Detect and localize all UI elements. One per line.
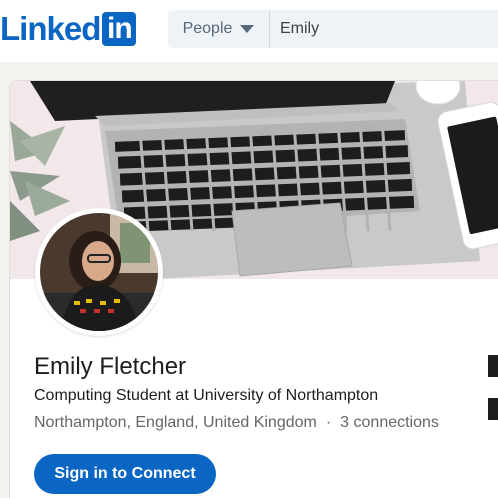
profile-headline: Computing Student at University of North… [34,387,379,404]
logo-wordmark: Linked [0,10,101,47]
meta-separator: · [325,414,332,431]
profile-photo [40,213,158,331]
profile-meta: Northampton, England, United Kingdom · 3… [34,414,439,432]
side-icon-bottom[interactable] [488,398,498,420]
chevron-down-icon [240,25,255,33]
profile-card: Emily Fletcher Computing Student at Univ… [9,80,498,498]
profile-connections: 3 connections [340,414,439,431]
search-input[interactable]: Emily [270,20,319,38]
linkedin-logo[interactable]: Linked in [0,10,137,48]
profile-name: Emily Fletcher [34,353,187,380]
search-filter-dropdown[interactable]: People [168,10,270,48]
avatar[interactable] [40,213,158,331]
side-icon-top[interactable] [488,355,498,377]
sign-in-to-connect-button[interactable]: Sign in to Connect [34,454,216,494]
top-navigation-bar: Linked in People Emily [0,0,498,62]
search-bar: People Emily [168,10,498,48]
search-filter-label: People [182,20,233,37]
logo-in-box: in [102,12,137,46]
avatar-ring [35,208,163,336]
profile-location: Northampton, England, United Kingdom [34,414,317,431]
